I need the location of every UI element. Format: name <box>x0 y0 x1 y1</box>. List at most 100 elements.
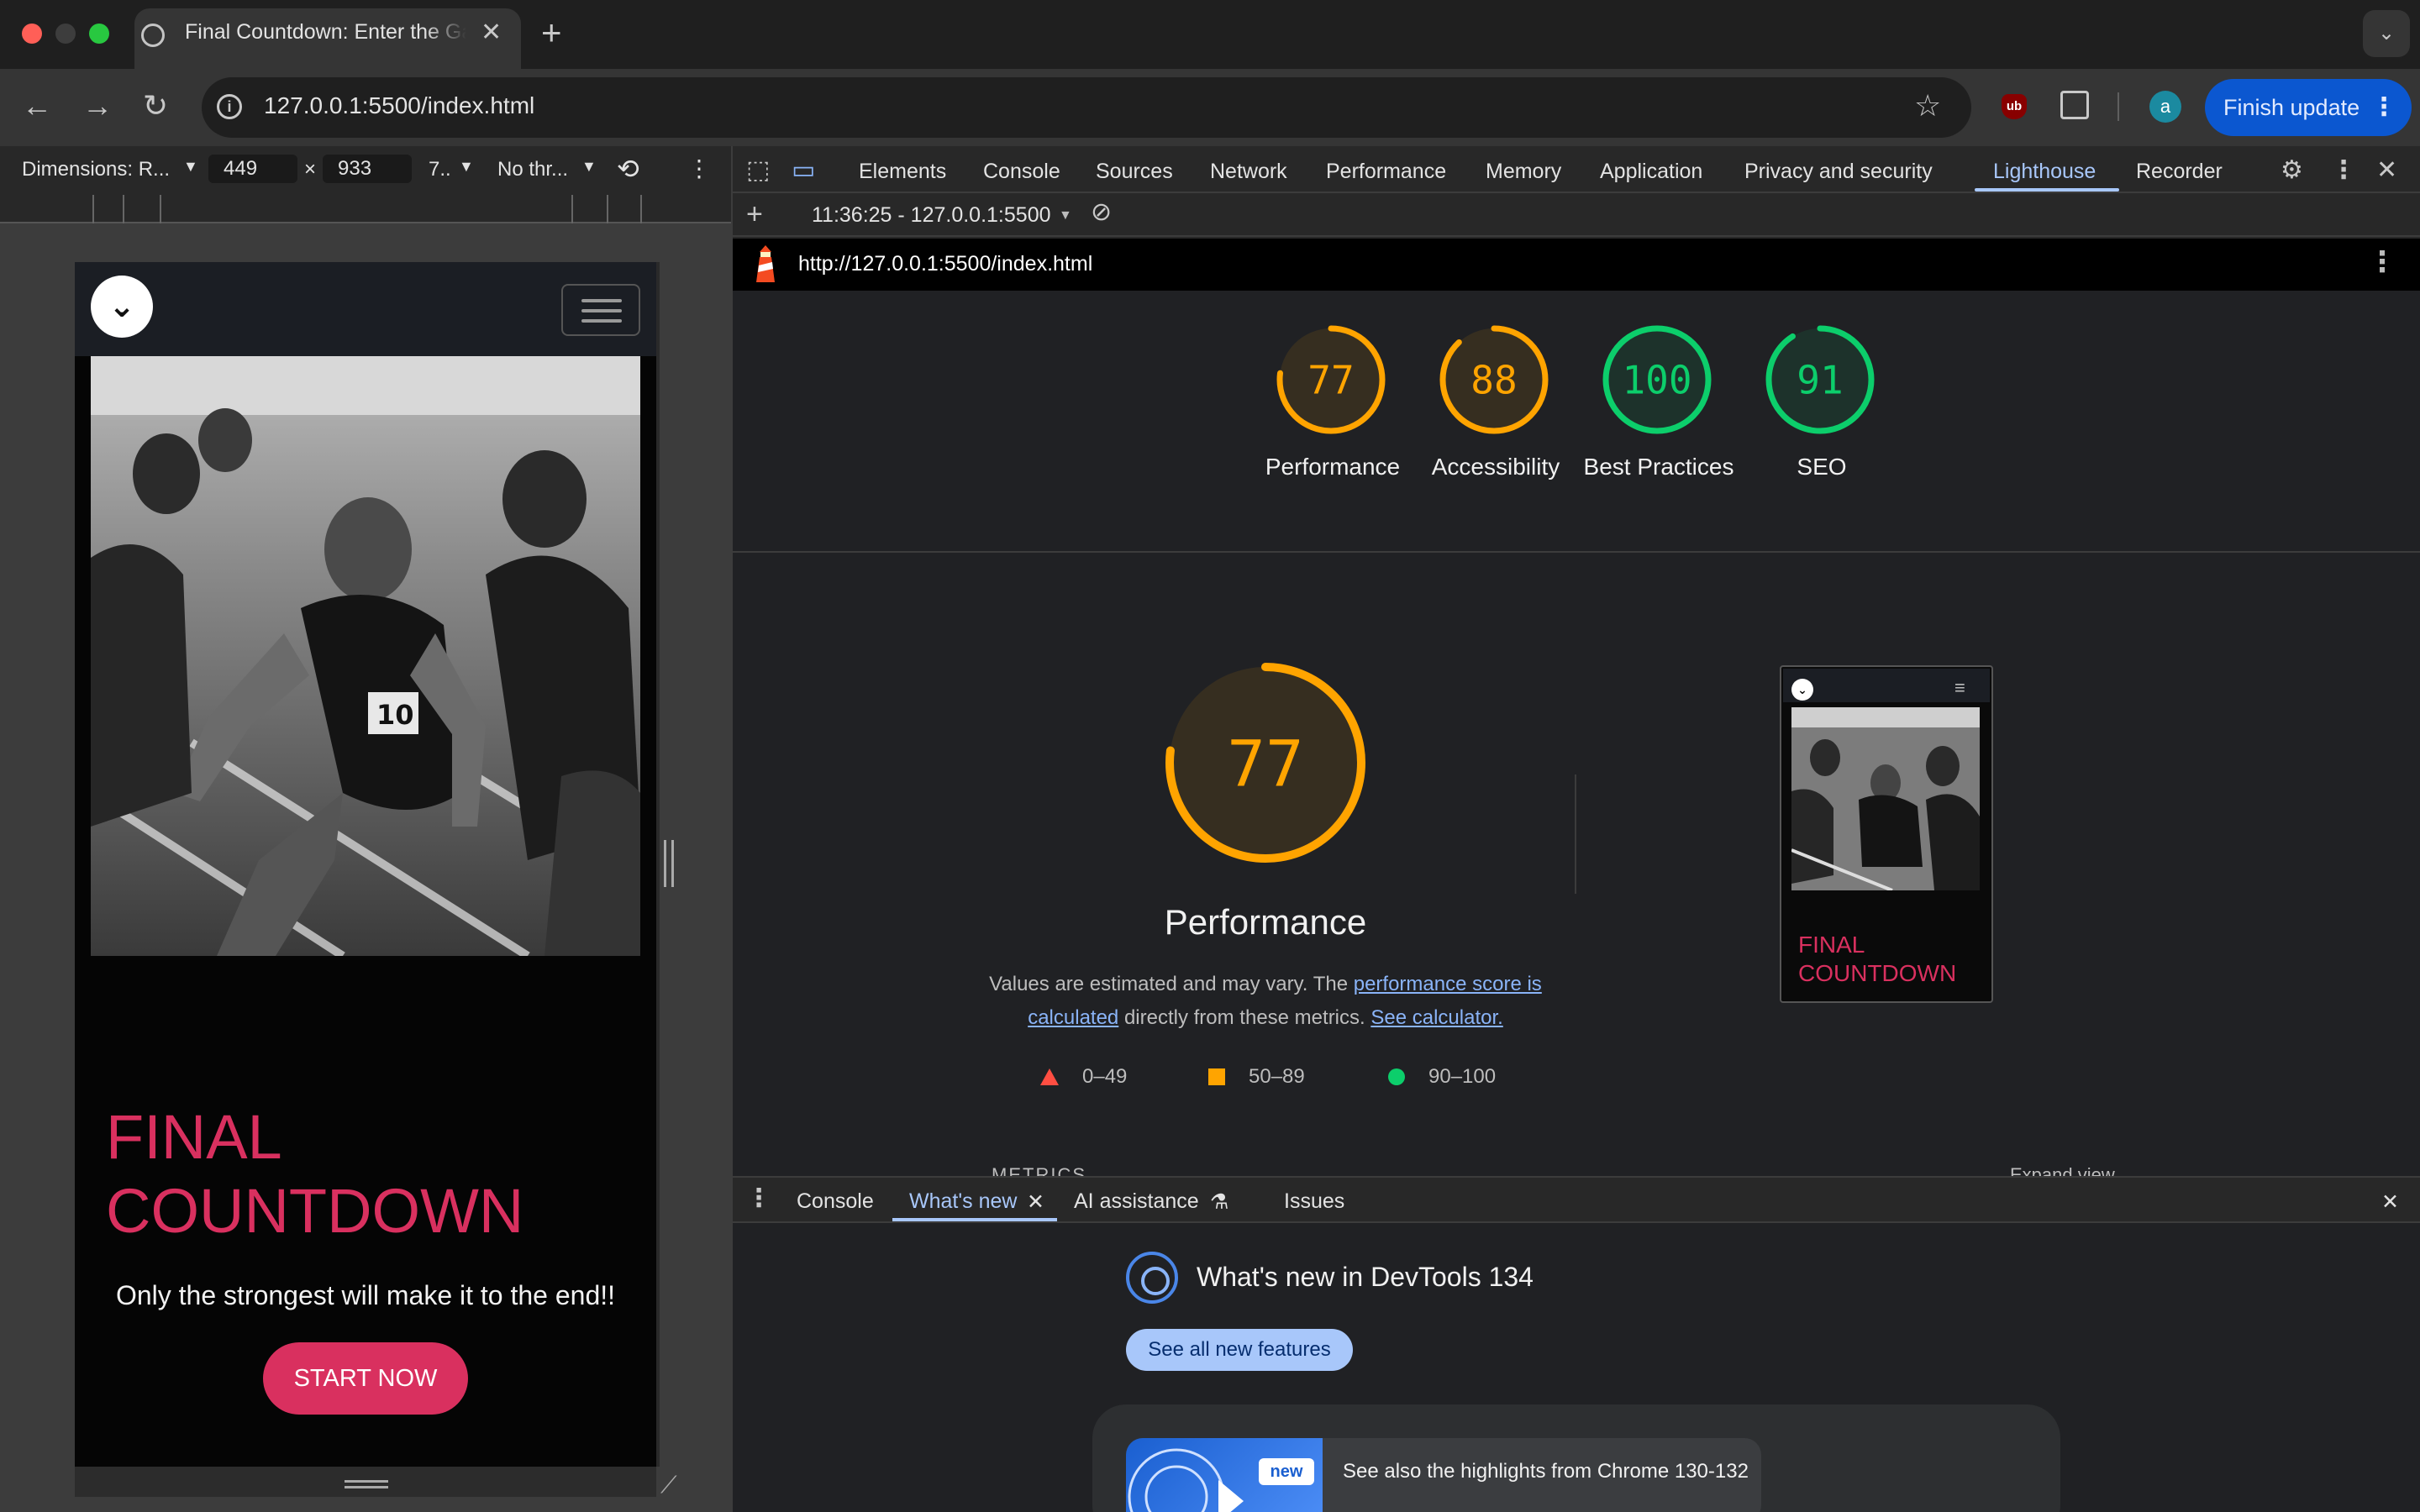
svg-text:10: 10 <box>376 699 414 731</box>
resize-handle-right[interactable] <box>664 840 674 887</box>
legend-fail: 0–49 <box>1082 1065 1128 1088</box>
profile-avatar[interactable]: a <box>2149 91 2181 123</box>
tab-elements[interactable]: Elements <box>859 160 946 184</box>
drawer-tab-whats-new[interactable]: What's new <box>909 1189 1017 1214</box>
hero-title-line2: COUNTDOWN <box>106 1176 524 1246</box>
devtools-menu-icon[interactable]: ⋮ <box>2331 156 2356 185</box>
gear-icon[interactable]: ⚙ <box>2281 156 2303 185</box>
gauge-label-best-practices[interactable]: Best Practices <box>1575 450 1743 484</box>
device-toggle-icon[interactable]: ▭ <box>792 156 815 185</box>
finish-update-button[interactable]: Finish update ⋮ <box>2205 79 2412 136</box>
site-info-icon[interactable]: i <box>217 94 242 119</box>
desc-text: Values are estimated and may vary. The <box>989 973 1354 995</box>
device-more-icon[interactable]: ⋮ <box>687 155 711 182</box>
forward-arrow-icon[interactable]: → <box>82 87 113 124</box>
see-calculator-link[interactable]: See calculator. <box>1370 1006 1502 1029</box>
gauge-accessibility-value: 88 <box>1470 358 1517 403</box>
report-selector[interactable]: 11:36:25 - 127.0.0.1:5500 <box>812 203 1051 228</box>
fail-triangle-icon <box>1040 1068 1059 1085</box>
new-tab-button[interactable]: + <box>541 13 562 52</box>
tab-application[interactable]: Application <box>1600 160 1702 184</box>
window-minimize-button[interactable] <box>55 24 76 44</box>
tab-privacy-security[interactable]: Privacy and security <box>1744 160 1933 184</box>
start-now-button[interactable]: START NOW <box>263 1342 468 1415</box>
drawer-menu-icon[interactable]: ⋮ <box>746 1184 771 1213</box>
finish-update-label: Finish update <box>2223 95 2360 120</box>
clear-reports-icon[interactable]: ⊘ <box>1091 198 1112 227</box>
gauge-seo-value: 91 <box>1797 358 1843 403</box>
new-report-plus-icon[interactable]: + <box>746 200 763 228</box>
see-all-features-button[interactable]: See all new features <box>1126 1329 1353 1371</box>
ruler-tick <box>640 195 642 223</box>
site-logo-icon[interactable]: ⌄ <box>91 276 153 338</box>
back-arrow-icon[interactable]: ← <box>22 87 52 124</box>
gauge-label-accessibility[interactable]: Accessibility <box>1412 450 1580 484</box>
device-height-input[interactable]: 933 <box>323 155 412 183</box>
drawer-tab-issues[interactable]: Issues <box>1284 1189 1344 1214</box>
report-menu-icon[interactable]: ⋮ <box>2368 245 2396 279</box>
window-maximize-button[interactable] <box>89 24 109 44</box>
more-vert-icon: ⋮ <box>2371 93 2396 121</box>
close-devtools-icon[interactable]: ✕ <box>2376 156 2397 185</box>
thumbnail-title-line2: COUNTDOWN <box>1798 960 1957 986</box>
flask-icon: ⚗ <box>1210 1190 1229 1214</box>
device-width-input[interactable]: 449 <box>208 155 297 183</box>
tab-performance[interactable]: Performance <box>1326 160 1446 184</box>
chevron-down-icon: ▼ <box>581 158 597 175</box>
resize-corner-icon[interactable]: ⟋ <box>660 1472 677 1499</box>
score-gauges: 77 88 100 91 <box>1276 325 1875 434</box>
pass-circle-icon <box>1388 1068 1405 1085</box>
zoom-select[interactable]: 7.. <box>429 158 451 181</box>
hero-title: FINAL COUNTDOWN <box>106 1100 610 1248</box>
window-close-button[interactable] <box>22 24 42 44</box>
legend-pass: 90–100 <box>1428 1065 1497 1088</box>
tab-recorder[interactable]: Recorder <box>2136 160 2223 184</box>
highlights-text[interactable]: See also the highlights from Chrome 130-… <box>1343 1460 1749 1483</box>
dimension-separator: × <box>304 158 317 181</box>
chrome-devtools-logo-icon <box>1126 1252 1178 1304</box>
active-tab-indicator <box>1975 188 2119 192</box>
desc-text-middle: directly from these metrics. <box>1118 1006 1371 1029</box>
section-divider <box>733 551 2420 553</box>
rotate-icon[interactable]: ⟲ <box>617 153 639 185</box>
hamburger-menu-button[interactable] <box>561 284 640 336</box>
thumbnail-title-line1: FINAL <box>1798 932 1865 958</box>
resize-handle-bottom[interactable] <box>345 1480 388 1488</box>
tab-sources[interactable]: Sources <box>1096 160 1173 184</box>
close-tab-icon[interactable]: ✕ <box>1027 1189 1044 1215</box>
url-text[interactable]: 127.0.0.1:5500/index.html <box>264 92 534 119</box>
chevron-down-icon: ▼ <box>459 158 474 175</box>
thumbnail-logo-icon: ⌄ <box>1791 679 1813 701</box>
bookmark-star-icon[interactable]: ☆ <box>1914 87 1941 124</box>
close-drawer-icon[interactable]: ✕ <box>2381 1189 2399 1215</box>
inspect-element-icon[interactable]: ⬚ <box>746 156 770 185</box>
hero-subtitle: Only the strongest will make it to the e… <box>115 1280 616 1310</box>
lighthouse-logo-icon <box>756 245 775 282</box>
media-query-ruler <box>0 193 731 223</box>
gauge-label-seo[interactable]: SEO <box>1738 450 1906 484</box>
reload-icon[interactable]: ↻ <box>143 87 168 124</box>
gauge-label-performance[interactable]: Performance <box>1249 450 1417 484</box>
report-url[interactable]: http://127.0.0.1:5500/index.html <box>798 252 1092 276</box>
chevron-down-icon: ▼ <box>183 158 198 175</box>
tab-search-button[interactable]: ⌄ <box>2363 10 2410 57</box>
extensions-puzzle-icon[interactable] <box>2060 91 2089 119</box>
hero-title-line1: FINAL <box>106 1102 282 1172</box>
tab-memory[interactable]: Memory <box>1486 160 1561 184</box>
viewport-scrollbar[interactable] <box>656 262 660 1467</box>
ruler-tick <box>160 195 161 223</box>
tab-lighthouse[interactable]: Lighthouse <box>1993 160 2096 184</box>
hero-image-runners: 10 <box>91 356 640 956</box>
gauge-performance-value: 77 <box>1307 358 1354 403</box>
tab-console[interactable]: Console <box>983 160 1060 184</box>
ruler-tick <box>607 195 608 223</box>
drawer-tab-console[interactable]: Console <box>797 1189 874 1214</box>
globe-icon <box>141 24 165 47</box>
tab-network[interactable]: Network <box>1210 160 1287 184</box>
throttling-select[interactable]: No thr... <box>497 158 568 181</box>
ublock-extension-icon[interactable]: ub <box>2002 94 2027 119</box>
tab-close-icon[interactable]: ✕ <box>481 18 502 47</box>
drawer-tab-ai-assistance[interactable]: AI assistance <box>1074 1189 1199 1214</box>
dimensions-select[interactable]: Dimensions: R... <box>22 158 170 181</box>
new-badge: new <box>1259 1458 1314 1485</box>
